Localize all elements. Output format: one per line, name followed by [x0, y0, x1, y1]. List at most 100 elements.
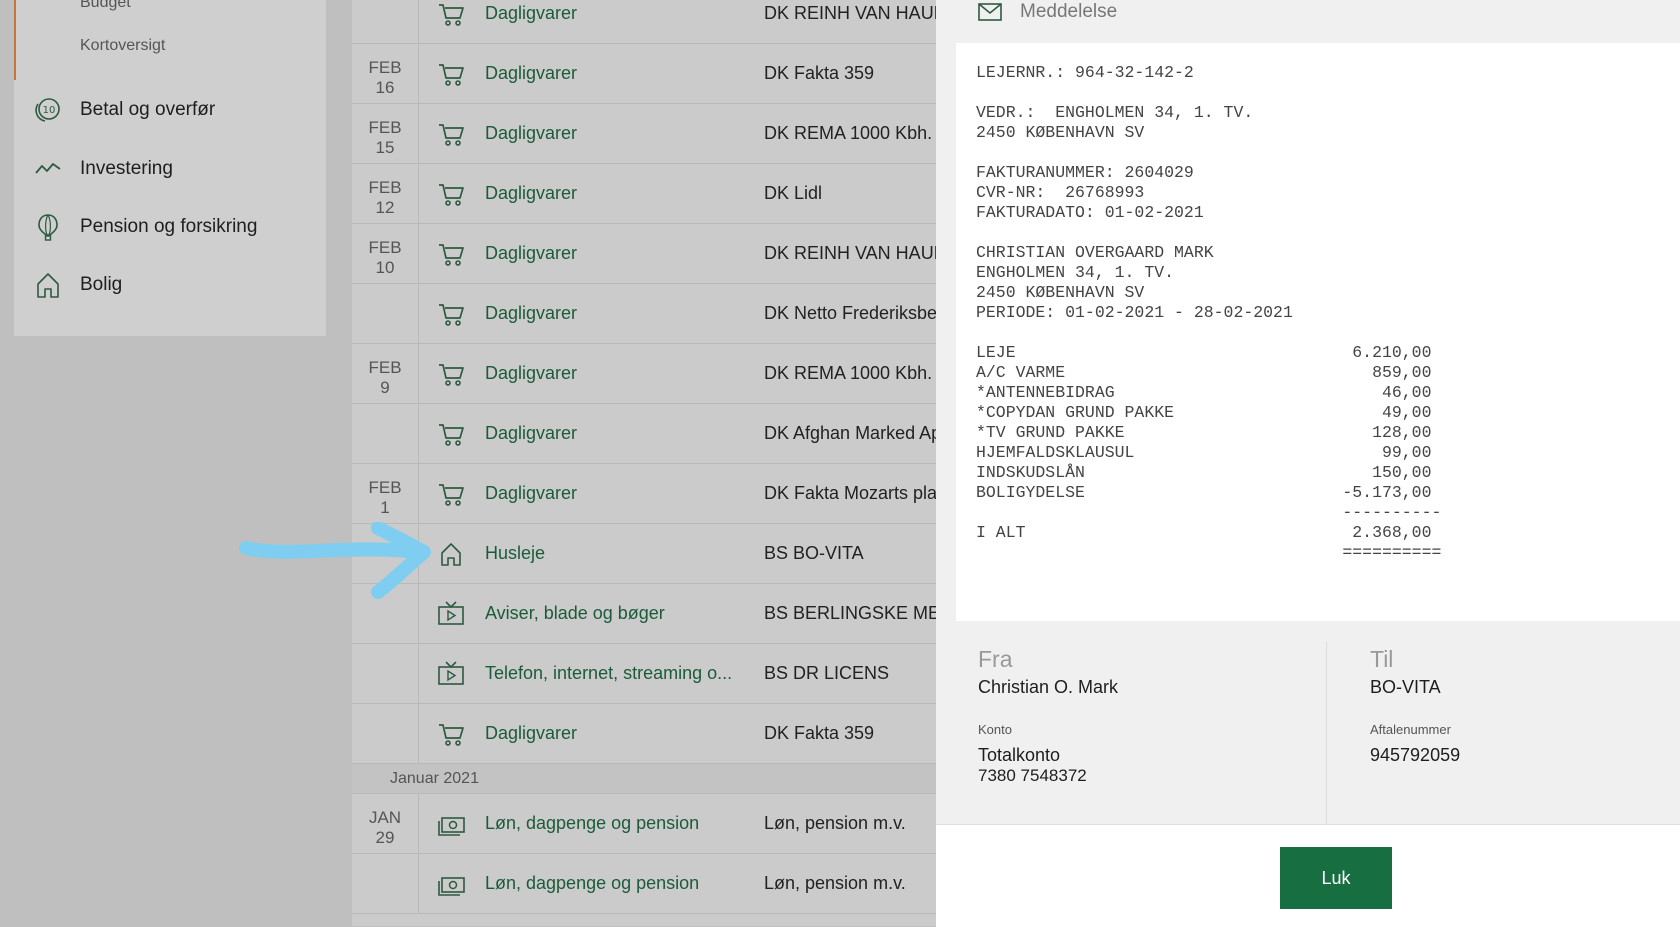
date-month: JAN — [368, 808, 402, 827]
tv-icon — [436, 659, 466, 689]
date-month: FEB — [368, 118, 402, 137]
transaction-category: Dagligvarer — [485, 723, 578, 743]
date-day: 12 — [375, 198, 395, 217]
transaction-merchant: DK Fakta 359 — [764, 723, 875, 743]
transaction-date — [352, 644, 418, 658]
transaction-date — [352, 704, 418, 718]
account-number: 7380 7548372 — [978, 766, 1087, 785]
transaction-merchant: DK Afghan Marked Ap — [764, 423, 936, 443]
to-section: Til BO-VITA Aftalenummer 945792059 — [1370, 646, 1460, 766]
sidebar-accent-bar — [14, 0, 16, 80]
transaction-category: Telefon, internet, streaming o... — [485, 663, 733, 683]
date-divider — [418, 44, 419, 103]
date-day: 29 — [375, 828, 395, 847]
transaction-category: Dagligvarer — [485, 423, 578, 443]
transaction-category: Husleje — [485, 543, 546, 563]
cart-icon — [436, 419, 466, 449]
transaction-row[interactable]: Dagligvarer DK Afghan Marked Ap — [352, 404, 936, 464]
money-icon — [436, 869, 466, 899]
date-day: 9 — [380, 378, 390, 397]
annotation-arrow — [239, 522, 431, 599]
cart-icon — [436, 479, 466, 509]
cart-icon — [436, 0, 466, 29]
date-month: FEB — [368, 58, 402, 77]
date-day: 16 — [375, 78, 395, 97]
transaction-row[interactable]: FEB 9 Dagligvarer DK REMA 1000 Kbh. H — [352, 344, 936, 404]
transaction-merchant: BS BO-VITA — [764, 543, 864, 563]
transaction-merchant: DK Netto Frederiksberg — [764, 303, 936, 323]
transaction-list: DagligvarerDK REINH VAN HAUENFEB16Daglig… — [352, 0, 936, 926]
transaction-date: FEB 10 — [352, 224, 418, 278]
date-divider — [418, 794, 419, 853]
sidebar: Budget Kortoversigt 10 Betal og overfør … — [14, 0, 326, 336]
transaction-row[interactable]: FEB 16 Dagligvarer DK Fakta 359 — [352, 44, 936, 104]
date-divider — [418, 404, 419, 463]
from-label: Fra — [978, 646, 1013, 672]
transaction-merchant: Løn, pension m.v. — [764, 873, 906, 893]
date-day: 1 — [380, 498, 390, 517]
month-header: Januar 2021 — [352, 764, 936, 794]
cart-icon — [436, 359, 466, 389]
transaction-row[interactable]: FEB1 Dagligvarer DK Fakta Mozarts plads — [352, 464, 936, 524]
sidebar-item-pension[interactable]: Pension og forsikring — [14, 204, 326, 250]
account-label: Konto — [978, 722, 1012, 737]
cart-icon — [436, 59, 466, 89]
trend-line-icon — [32, 153, 64, 185]
transaction-row[interactable]: FEB 15 Dagligvarer DK REMA 1000 Kbh. H — [352, 104, 936, 164]
transaction-row[interactable]: JAN 29 Løn, dagpenge og pension Løn, pensio… — [352, 794, 936, 854]
date-month: FEB — [368, 238, 402, 257]
sidebar-subitem-kortoversigt[interactable]: Kortoversigt — [80, 37, 165, 55]
transaction-date: JAN 29 — [352, 794, 418, 848]
transaction-merchant: BS DR LICENS — [764, 663, 890, 683]
transaction-category: Dagligvarer — [485, 183, 578, 203]
close-button[interactable]: Luk — [1280, 847, 1392, 909]
date-divider — [418, 0, 419, 43]
transaction-category: Dagligvarer — [485, 63, 578, 83]
date-divider — [418, 284, 419, 343]
cart-icon — [436, 299, 466, 329]
panel-footer: Luk — [936, 824, 1680, 927]
transaction-category: Dagligvarer — [485, 363, 578, 383]
account-name: Totalkonto — [978, 745, 1061, 765]
transaction-merchant: DK Lidl — [764, 183, 823, 203]
date-day: 10 — [375, 258, 395, 277]
transaction-row[interactable]: FEB 12 Dagligvarer DK Lidl — [352, 164, 936, 224]
transaction-category: Dagligvarer — [485, 303, 578, 323]
panel-title: Meddelelse — [1020, 1, 1118, 22]
svg-text:10: 10 — [43, 105, 56, 116]
money-icon — [436, 809, 466, 839]
mail-icon — [978, 3, 1002, 21]
sidebar-item-investering[interactable]: Investering — [14, 146, 326, 192]
agreement-number: 945792059 — [1370, 745, 1461, 765]
transaction-category: Dagligvarer — [485, 483, 578, 503]
transaction-row[interactable]: Telefon, internet, streaming o... BS DR L… — [352, 644, 936, 704]
date-divider — [418, 854, 419, 913]
transaction-row[interactable]: Dagligvarer DK REINH VAN HAUEN — [352, 0, 936, 44]
coin-10-icon: 10 — [32, 94, 64, 126]
from-section: Fra Christian O. Mark Konto Totalkonto 7… — [978, 646, 1118, 786]
cart-icon — [436, 239, 466, 269]
balloon-icon — [32, 211, 64, 243]
transaction-row[interactable]: Dagligvarer DK Netto Frederiksberg — [352, 284, 936, 344]
sidebar-item-label: Bolig — [80, 274, 123, 295]
transaction-date: FEB 15 — [352, 104, 418, 158]
house-icon — [32, 269, 64, 301]
sidebar-subitem-budget[interactable]: Budget — [80, 0, 131, 12]
transaction-row[interactable]: Løn, dagpenge og pension Løn, pension m.v… — [352, 854, 936, 914]
cart-icon — [436, 119, 466, 149]
date-divider — [418, 164, 419, 223]
date-month: FEB — [368, 178, 402, 197]
transaction-category: Dagligvarer — [485, 3, 578, 23]
message-box: LEJERNR.: 964-32-142-2 VEDR.: ENGHOLMEN … — [956, 43, 1680, 621]
cart-icon — [436, 179, 466, 209]
tv-icon — [436, 599, 466, 629]
transaction-category: Løn, dagpenge og pension — [485, 813, 700, 833]
sidebar-item-betal[interactable]: 10 Betal og overfør — [14, 87, 326, 133]
transaction-row[interactable]: FEB10 Dagligvarer DK REINH VAN HAUEN — [352, 224, 936, 284]
transaction-row[interactable]: Dagligvarer DK Fakta 359 — [352, 704, 936, 764]
cart-icon — [436, 719, 466, 749]
transaction-merchant: DK REMA 1000 Kbh. H — [764, 123, 936, 143]
transaction-category: Dagligvarer — [485, 243, 578, 263]
sidebar-item-bolig[interactable]: Bolig — [14, 262, 326, 308]
transaction-date — [352, 854, 418, 868]
